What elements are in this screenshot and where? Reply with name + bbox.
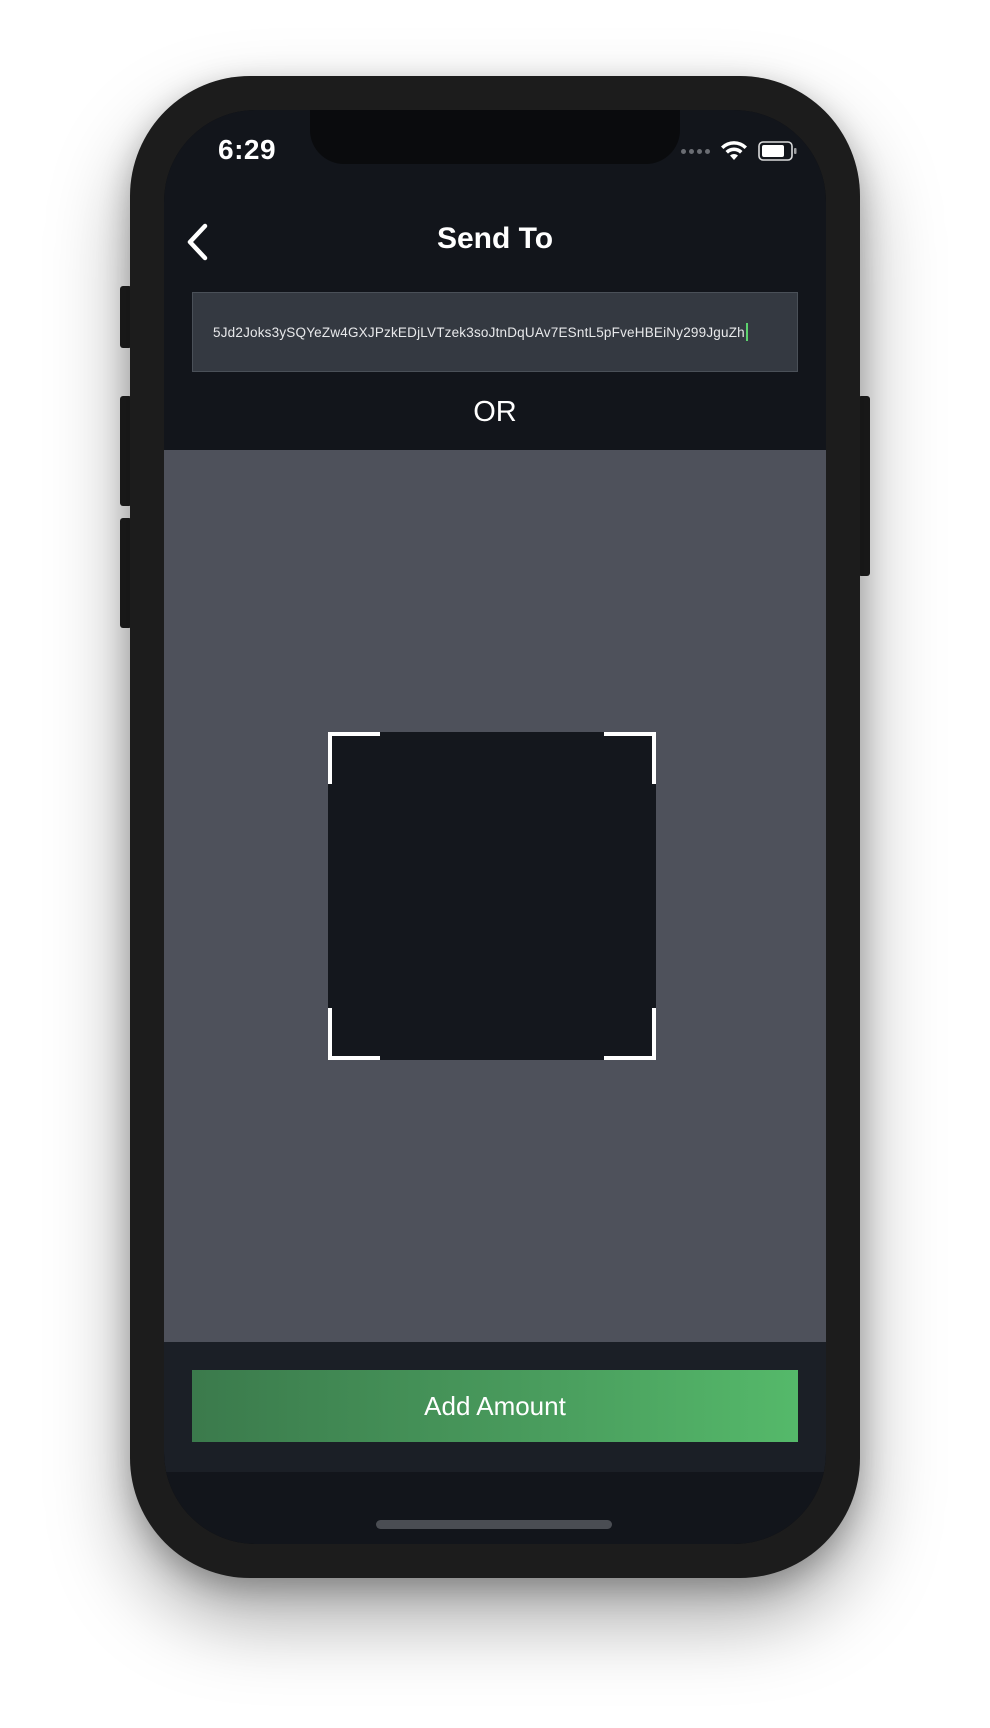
nav-bar: Send To [164,210,826,284]
text-caret [745,323,748,341]
status-time: 6:29 [218,134,277,165]
scan-corner-top-left [328,732,380,784]
qr-scanner-area[interactable] [164,450,826,1342]
status-icons [681,140,798,162]
phone-frame: 6:29 Send To 5Jd2Joks3ySQYeZw4GXJPzkEDjL… [130,76,860,1578]
scan-corner-bottom-right [604,1008,656,1060]
footer-bar: Add Amount [164,1342,826,1472]
address-input[interactable]: 5Jd2Joks3ySQYeZw4GXJPzkEDjLVTzek3soJtnDq… [192,292,798,372]
add-amount-button[interactable]: Add Amount [192,1370,798,1442]
home-indicator[interactable] [376,1520,612,1529]
page-title: Send To [436,222,554,255]
notch [310,110,680,164]
app-screen: 6:29 Send To 5Jd2Joks3ySQYeZw4GXJPzkEDjL… [164,110,826,1544]
scan-corner-bottom-left [328,1008,380,1060]
address-input-value: 5Jd2Joks3ySQYeZw4GXJPzkEDjLVTzek3soJtnDq… [213,324,745,340]
battery-icon [758,141,797,161]
scan-corner-top-right [604,732,656,784]
signal-icon [681,148,710,154]
or-divider-label: OR [473,396,517,428]
device-stage: 6:29 Send To 5Jd2Joks3ySQYeZw4GXJPzkEDjL… [0,0,990,1728]
qr-scan-frame-icon [328,732,656,1060]
wifi-icon [721,141,747,160]
phone-bezel: 6:29 Send To 5Jd2Joks3ySQYeZw4GXJPzkEDjL… [164,110,826,1544]
